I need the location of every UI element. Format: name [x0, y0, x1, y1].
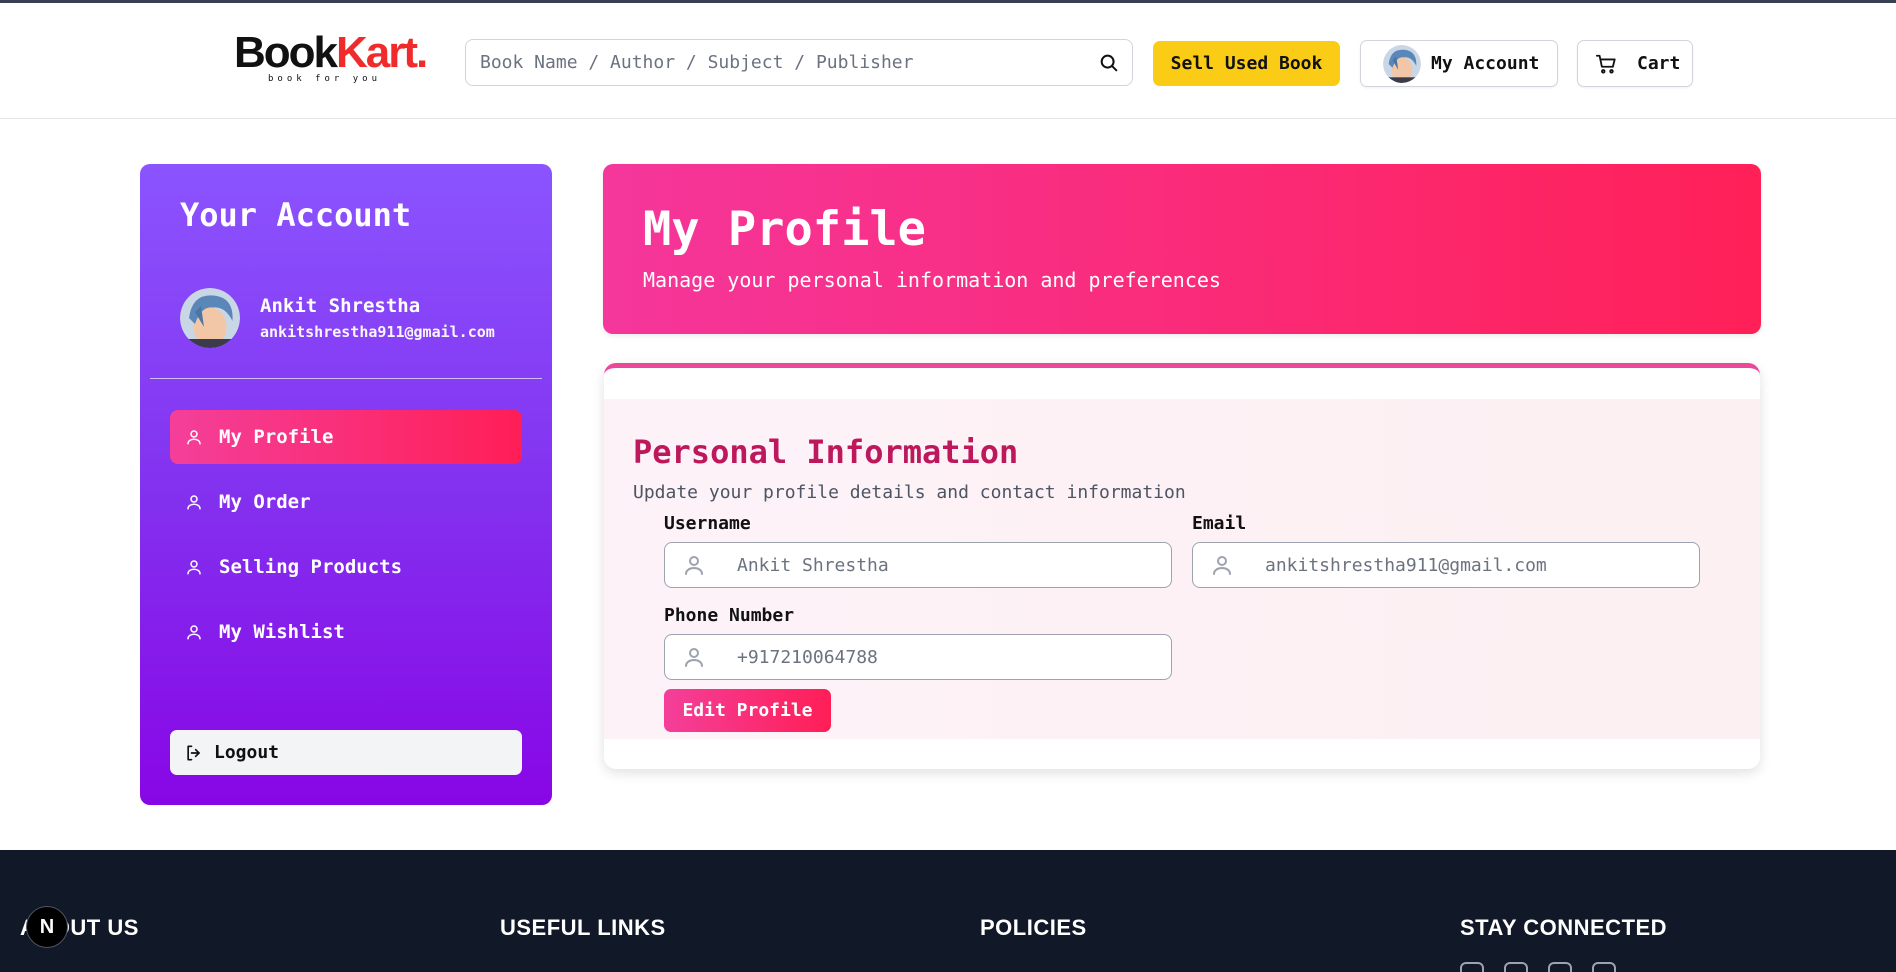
- user-icon: [187, 430, 201, 445]
- sidebar-item-label: My Wishlist: [219, 621, 345, 643]
- sidebar-user-info: Ankit Shrestha ankitshrestha911@gmail.co…: [180, 288, 495, 348]
- search-bar: [465, 39, 1133, 86]
- phone-field: [664, 634, 1172, 680]
- card-title: Personal Information: [633, 433, 1019, 471]
- footer-heading-policies: POLICIES: [980, 915, 1087, 940]
- footer-heading-useful-links: USEFUL LINKS: [500, 915, 666, 940]
- user-icon: [1213, 556, 1231, 575]
- sidebar-user-email: ankitshrestha911@gmail.com: [260, 323, 495, 341]
- cart-icon: [1595, 54, 1616, 74]
- username-label: Username: [664, 513, 751, 534]
- my-account-button[interactable]: My Account: [1360, 40, 1558, 87]
- sell-used-book-button[interactable]: Sell Used Book: [1153, 41, 1340, 86]
- sidebar-item-my-profile[interactable]: My Profile: [170, 410, 522, 464]
- card-subtitle: Update your profile details and contact …: [633, 482, 1186, 503]
- page-subtitle: Manage your personal information and pre…: [643, 268, 1221, 292]
- user-icon: [187, 625, 201, 640]
- personal-information-content: Personal Information Update your profile…: [604, 399, 1760, 739]
- sidebar-item-label: Selling Products: [219, 556, 403, 578]
- sidebar-title: Your Account: [180, 196, 412, 234]
- sidebar-item-my-order[interactable]: My Order: [170, 475, 522, 529]
- logout-icon: [187, 745, 200, 760]
- phone-input[interactable]: [737, 635, 1159, 679]
- sidebar-user-name: Ankit Shrestha: [260, 295, 421, 317]
- edit-profile-button[interactable]: Edit Profile: [664, 689, 831, 732]
- logo-tagline: book for you: [268, 74, 382, 84]
- username-input[interactable]: [737, 543, 1159, 587]
- user-icon: [685, 556, 703, 575]
- logo-text-book: Book: [234, 28, 338, 77]
- personal-information-card: Personal Information Update your profile…: [604, 363, 1760, 769]
- site-footer: ABOUT US USEFUL LINKS POLICIES STAY CONN…: [0, 850, 1896, 972]
- avatar: [1383, 44, 1421, 83]
- sidebar-item-selling-products[interactable]: Selling Products: [170, 540, 522, 594]
- search-icon[interactable]: [1098, 52, 1120, 74]
- user-icon: [685, 648, 703, 667]
- my-account-label: My Account: [1431, 53, 1540, 74]
- twitter-icon[interactable]: [1548, 962, 1572, 972]
- username-field: [664, 542, 1172, 588]
- sidebar-item-my-wishlist[interactable]: My Wishlist: [170, 605, 522, 659]
- logo-text-kart: Kart.: [336, 28, 428, 77]
- bookkart-logo[interactable]: BookKart. book for you: [234, 31, 430, 87]
- user-icon: [187, 495, 201, 510]
- avatar: [180, 288, 240, 348]
- search-input[interactable]: [480, 40, 1080, 85]
- logout-label: Logout: [214, 742, 280, 763]
- footer-heading-stay-connected: STAY CONNECTED: [1460, 915, 1668, 940]
- cart-button[interactable]: Cart: [1577, 40, 1693, 87]
- user-icon: [187, 560, 201, 575]
- phone-label: Phone Number: [664, 605, 795, 626]
- sidebar-divider: [150, 378, 542, 379]
- page-title: My Profile: [643, 202, 926, 257]
- linkedin-icon[interactable]: [1592, 962, 1616, 972]
- email-field: [1192, 542, 1700, 588]
- sidebar-item-label: My Profile: [219, 426, 334, 448]
- social-links: [1460, 962, 1616, 972]
- nextjs-dev-badge[interactable]: N: [26, 906, 68, 948]
- facebook-icon[interactable]: [1460, 962, 1484, 972]
- email-input[interactable]: [1265, 543, 1687, 587]
- top-navbar: BookKart. book for you Sell Used Book My…: [0, 3, 1896, 119]
- email-label: Email: [1192, 513, 1247, 534]
- sidebar-item-label: My Order: [219, 491, 311, 513]
- profile-banner: My Profile Manage your personal informat…: [603, 164, 1761, 334]
- instagram-icon[interactable]: [1504, 962, 1528, 972]
- cart-label: Cart: [1637, 53, 1681, 74]
- logout-button[interactable]: Logout: [170, 730, 522, 775]
- account-sidebar: Your Account Ankit Shrestha ankitshresth…: [140, 164, 552, 805]
